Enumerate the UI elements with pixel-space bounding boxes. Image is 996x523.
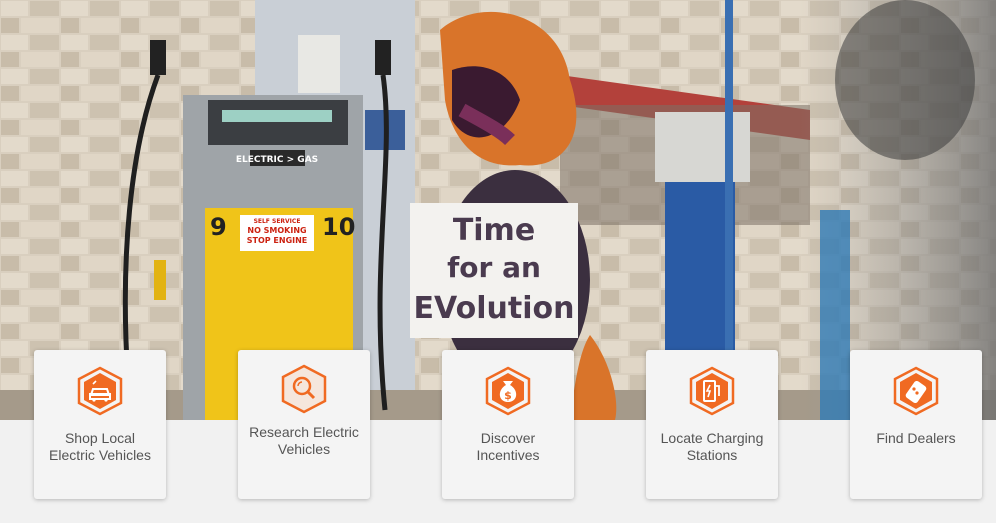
charging-station-icon xyxy=(689,366,735,416)
pump-header: ELECTRIC > GAS xyxy=(236,155,318,165)
car-charging-icon xyxy=(77,366,123,416)
key-fob-icon xyxy=(893,366,939,416)
svg-text:$: $ xyxy=(504,389,512,402)
sign-line-2: for an xyxy=(447,251,541,284)
card-find-dealers[interactable]: Find Dealers xyxy=(850,350,982,499)
card-label: Find Dealers xyxy=(876,430,956,446)
card-shop-local-ev[interactable]: Shop Local Electric Vehicles xyxy=(34,350,166,499)
pump-number-left: 9 xyxy=(210,213,227,241)
card-label: Locate Charging Stations xyxy=(660,430,764,463)
card-research-ev[interactable]: Research Electric Vehicles xyxy=(238,350,370,499)
pump-sticker-line2: NO SMOKING xyxy=(247,226,306,235)
card-label: Shop Local Electric Vehicles xyxy=(49,430,151,463)
money-bag-icon: $ xyxy=(485,366,531,416)
pump-number-right: 10 xyxy=(322,213,355,241)
card-label: Research Electric Vehicles xyxy=(249,424,359,457)
card-label: Discover Incentives xyxy=(476,430,540,463)
card-discover-incentives[interactable]: $ Discover Incentives xyxy=(442,350,574,499)
pump-sticker-line3: STOP ENGINE xyxy=(247,236,308,245)
magnifier-icon xyxy=(281,364,327,414)
sign-line-3: EVolution xyxy=(414,291,575,326)
pump-sticker-line1: SELF SERVICE xyxy=(254,218,301,225)
sign-line-1: Time xyxy=(453,213,535,248)
card-locate-charging[interactable]: Locate Charging Stations xyxy=(646,350,778,499)
